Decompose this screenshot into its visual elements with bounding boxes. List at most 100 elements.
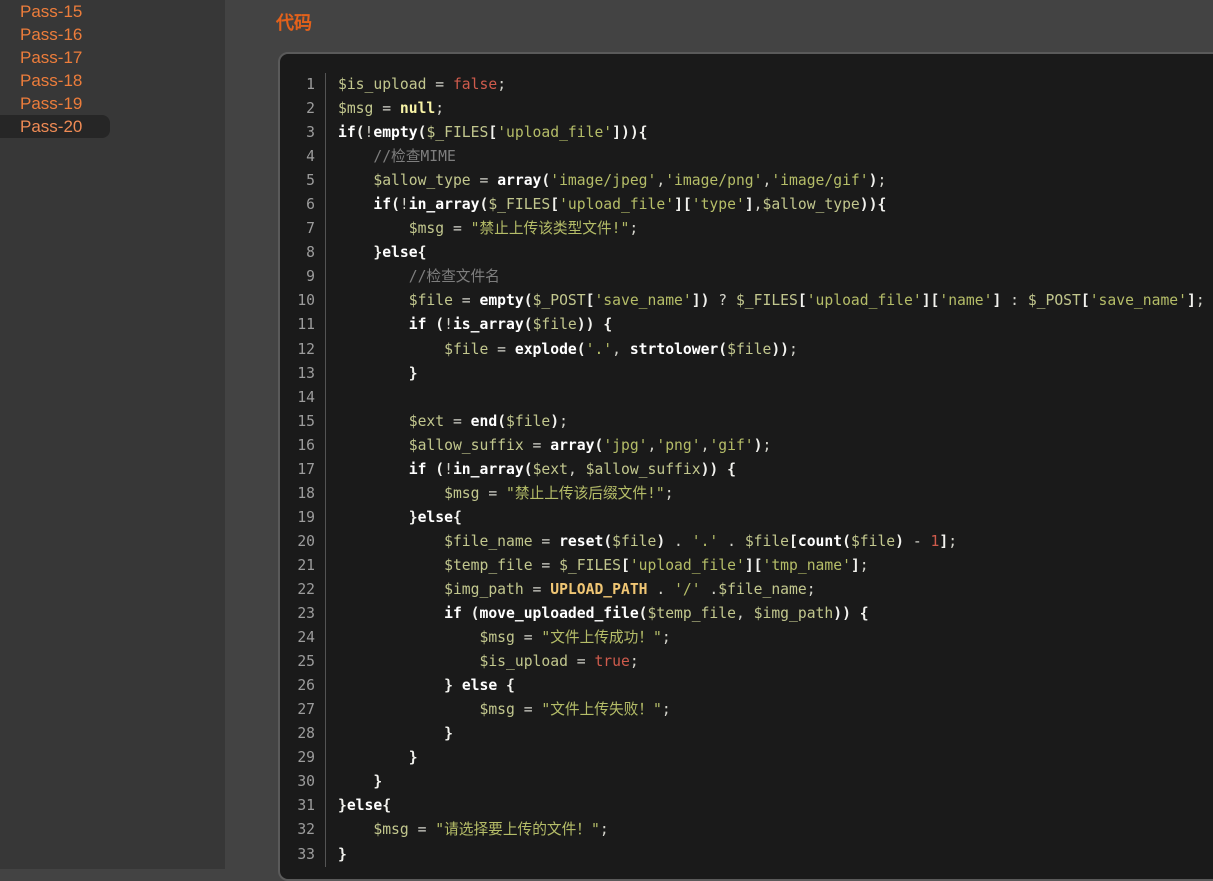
- sidebar-item-pass-19[interactable]: Pass-19: [0, 92, 225, 115]
- code-text: $file = explode('.', strtolower($file));: [325, 338, 798, 362]
- code-text: }: [325, 770, 382, 794]
- sidebar-item-pass-18[interactable]: Pass-18: [0, 69, 225, 92]
- line-number: 15: [280, 410, 325, 434]
- page-title: 代码: [276, 9, 312, 35]
- line-number: 11: [280, 313, 325, 337]
- code-line: 18 $msg = "禁止上传该后缀文件!";: [280, 482, 1213, 506]
- line-number: 6: [280, 193, 325, 217]
- sidebar-item-pass-17[interactable]: Pass-17: [0, 46, 225, 69]
- code-line: 27 $msg = "文件上传失败！";: [280, 698, 1213, 722]
- code-line: 20 $file_name = reset($file) . '.' . $fi…: [280, 530, 1213, 554]
- code-line: 15 $ext = end($file);: [280, 410, 1213, 434]
- code-block: 1$is_upload = false;2$msg = null;3if(!em…: [278, 52, 1213, 881]
- line-number: 19: [280, 506, 325, 530]
- code-text: if (!in_array($ext, $allow_suffix)) {: [325, 458, 736, 482]
- sidebar-item-pass-16[interactable]: Pass-16: [0, 23, 225, 46]
- code-text: }: [325, 843, 347, 867]
- code-text: } else {: [325, 674, 515, 698]
- code-line: 14: [280, 386, 1213, 410]
- line-number: 2: [280, 97, 325, 121]
- code-line: 12 $file = explode('.', strtolower($file…: [280, 338, 1213, 362]
- code-line: 1$is_upload = false;: [280, 73, 1213, 97]
- code-line: 21 $temp_file = $_FILES['upload_file']['…: [280, 554, 1213, 578]
- line-number: 25: [280, 650, 325, 674]
- line-number: 30: [280, 770, 325, 794]
- code-line: 23 if (move_uploaded_file($temp_file, $i…: [280, 602, 1213, 626]
- code-text: //检查MIME: [325, 145, 456, 169]
- line-number: 4: [280, 145, 325, 169]
- code-text: $msg = "文件上传失败！";: [325, 698, 671, 722]
- code-line: 25 $is_upload = true;: [280, 650, 1213, 674]
- code-text: $temp_file = $_FILES['upload_file']['tmp…: [325, 554, 869, 578]
- code-line: 29 }: [280, 746, 1213, 770]
- code-text: $file = empty($_POST['save_name']) ? $_F…: [325, 289, 1205, 313]
- line-number: 3: [280, 121, 325, 145]
- code-text: if (!is_array($file)) {: [325, 313, 612, 337]
- line-number: 18: [280, 482, 325, 506]
- line-number: 7: [280, 217, 325, 241]
- line-number: 17: [280, 458, 325, 482]
- line-number: 12: [280, 338, 325, 362]
- line-number: 20: [280, 530, 325, 554]
- code-text: }else{: [325, 506, 462, 530]
- code-text: if(!in_array($_FILES['upload_file']['typ…: [325, 193, 886, 217]
- code-text: $img_path = UPLOAD_PATH . '/' .$file_nam…: [325, 578, 816, 602]
- sidebar-item-pass-15[interactable]: Pass-15: [0, 0, 225, 23]
- code-text: //检查文件名: [325, 265, 500, 289]
- line-number: 1: [280, 73, 325, 97]
- line-number: 28: [280, 722, 325, 746]
- code-line: 32 $msg = "请选择要上传的文件！";: [280, 818, 1213, 842]
- sidebar-item-pass-20[interactable]: Pass-20: [0, 115, 110, 138]
- code-line: 31}else{: [280, 794, 1213, 818]
- code-text: $msg = "禁止上传该后缀文件!";: [325, 482, 674, 506]
- code-line: 33}: [280, 843, 1213, 867]
- line-number: 8: [280, 241, 325, 265]
- line-number: 16: [280, 434, 325, 458]
- code-text: $allow_suffix = array('jpg','png','gif')…: [325, 434, 771, 458]
- code-line: 26 } else {: [280, 674, 1213, 698]
- code-line: 24 $msg = "文件上传成功！";: [280, 626, 1213, 650]
- line-number: 31: [280, 794, 325, 818]
- code-text: $msg = "文件上传成功！";: [325, 626, 671, 650]
- line-number: 23: [280, 602, 325, 626]
- code-text: if(!empty($_FILES['upload_file'])){: [325, 121, 648, 145]
- code-line: 13 }: [280, 362, 1213, 386]
- code-line: 10 $file = empty($_POST['save_name']) ? …: [280, 289, 1213, 313]
- code-text: $is_upload = true;: [325, 650, 639, 674]
- code-line: 2$msg = null;: [280, 97, 1213, 121]
- line-number: 24: [280, 626, 325, 650]
- code-line: 28 }: [280, 722, 1213, 746]
- code-line: 7 $msg = "禁止上传该类型文件!";: [280, 217, 1213, 241]
- line-number: 10: [280, 289, 325, 313]
- code-text: $msg = "请选择要上传的文件！";: [325, 818, 609, 842]
- code-line: 8 }else{: [280, 241, 1213, 265]
- code-line: 9 //检查文件名: [280, 265, 1213, 289]
- code-text: }else{: [325, 241, 426, 265]
- line-number: 32: [280, 818, 325, 842]
- code-text: }: [325, 362, 418, 386]
- code-text: $file_name = reset($file) . '.' . $file[…: [325, 530, 957, 554]
- line-number: 14: [280, 386, 325, 410]
- code-text: $ext = end($file);: [325, 410, 568, 434]
- code-line: 11 if (!is_array($file)) {: [280, 313, 1213, 337]
- line-number: 9: [280, 265, 325, 289]
- code-line: 19 }else{: [280, 506, 1213, 530]
- sidebar-nav: Pass-15Pass-16Pass-17Pass-18Pass-19Pass-…: [0, 0, 225, 138]
- line-number: 13: [280, 362, 325, 386]
- code-text: if (move_uploaded_file($temp_file, $img_…: [325, 602, 869, 626]
- line-number: 22: [280, 578, 325, 602]
- code-line: 6 if(!in_array($_FILES['upload_file']['t…: [280, 193, 1213, 217]
- code-text: [325, 386, 338, 410]
- code-line: 22 $img_path = UPLOAD_PATH . '/' .$file_…: [280, 578, 1213, 602]
- line-number: 26: [280, 674, 325, 698]
- line-number: 21: [280, 554, 325, 578]
- code-line: 16 $allow_suffix = array('jpg','png','gi…: [280, 434, 1213, 458]
- code-line: 30 }: [280, 770, 1213, 794]
- code-text: $msg = "禁止上传该类型文件!";: [325, 217, 638, 241]
- code-text: $is_upload = false;: [325, 73, 506, 97]
- sidebar: Pass-15Pass-16Pass-17Pass-18Pass-19Pass-…: [0, 0, 225, 869]
- line-number: 5: [280, 169, 325, 193]
- line-number: 27: [280, 698, 325, 722]
- code-text: }: [325, 722, 453, 746]
- code-line: 17 if (!in_array($ext, $allow_suffix)) {: [280, 458, 1213, 482]
